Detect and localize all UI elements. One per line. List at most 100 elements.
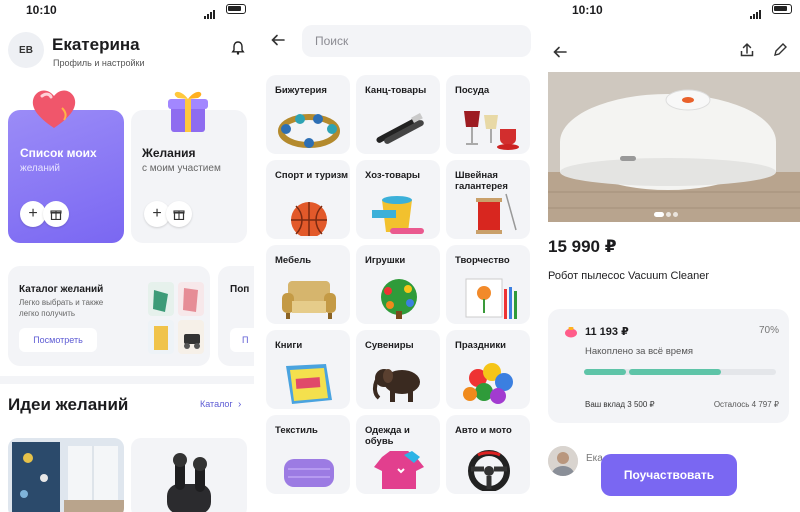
category-sewing[interactable]: Швейная галантерея [446,160,530,239]
avatar[interactable]: ЕВ [8,32,44,68]
product-screen: 10:10 15 990 ₽ Робот пылесос Vacuum Clea… [546,0,800,512]
basketball-icon [291,202,327,236]
collected-label: Накоплено за всё время [585,346,694,357]
book-icon [286,364,332,404]
wishlist-catalog-card[interactable]: Каталог желаний Легко выбрать и также ле… [8,266,210,366]
category-textile[interactable]: Текстиль [266,415,350,494]
collected-amount: 11 193 ₽ [585,326,629,338]
category-souvenirs[interactable]: Сувениры [356,330,440,409]
category-auto-moto[interactable]: Авто и мото [446,415,530,494]
catalog-card-title: Каталог желаний [19,284,104,295]
remaining-amount: Осталось 4 797 ₽ [713,400,779,409]
steering-wheel-icon [468,450,510,491]
elephant-icon [372,369,420,402]
bracelet-icon [278,114,340,148]
profile-settings-link[interactable]: Профиль и настройки [53,58,144,68]
gift-box-icon[interactable] [166,201,192,227]
category-label: Швейная галантерея [455,170,508,192]
wishes-subtitle: с моим участием [142,163,221,174]
idea-item-curtains[interactable] [8,438,124,512]
category-stationery[interactable]: Канц-товары [356,75,440,154]
edit-icon[interactable] [772,42,788,58]
product-photo[interactable] [548,72,800,222]
product-price: 15 990 ₽ [548,237,617,256]
category-clothing[interactable]: Одежда и обувь [356,415,440,494]
view-catalog-button[interactable]: Посмотреть [19,328,97,352]
bucket-icon [372,196,424,234]
category-label: Бижутерия [275,85,327,96]
balloons-icon [463,363,513,404]
fundraising-progress-bar [584,369,776,375]
towel-icon [284,459,334,487]
category-household[interactable]: Хоз-товары [356,160,440,239]
status-time: 10:10 [572,3,603,17]
battery-icon [772,4,792,14]
participate-button[interactable]: Поучаствовать [601,454,737,496]
fundraising-card: 11 193 ₽ 70% Накоплено за всё время Ваш … [548,309,789,423]
product-name: Робот пылесос Vacuum Cleaner [548,270,710,282]
category-label: Спорт и туризм [275,170,349,181]
chevron-right-icon[interactable]: › [238,399,241,410]
category-label: Одежда и обувь [365,425,410,447]
section-divider [0,376,254,384]
category-label: Текстиль [275,425,318,436]
category-dishes[interactable]: Посуда [446,75,530,154]
category-label: Игрушки [365,255,406,266]
idea-item-earbuds[interactable] [131,438,247,512]
catalog-thumbnails-icon [148,282,204,354]
category-jewelry[interactable]: Бижутерия [266,75,350,154]
progress-others-share [629,369,721,375]
status-time: 10:10 [26,3,57,17]
category-label: Книги [275,340,303,351]
wish-ideas-title: Идеи желаний [8,395,129,414]
person-photo-icon [548,446,578,476]
share-icon[interactable] [739,42,755,58]
category-furniture[interactable]: Мебель [266,245,350,324]
catalog-link[interactable]: Каталог [200,399,233,409]
user-name[interactable]: Екатерина [52,35,140,55]
my-wishlist-subtitle: желаний [20,163,61,174]
status-bar: 10:10 [546,0,800,20]
popular-card[interactable]: Поп П [218,266,254,366]
my-wishlist-title: Список моих [20,146,97,160]
catalog-card-subtitle: Легко выбрать и также легко получить [19,298,104,318]
catalog-screen: Поиск Бижутерия Канц-товары Посуда Спорт… [262,0,538,512]
status-bar: 10:10 [0,0,254,20]
wishes-title: Желания [142,146,196,160]
back-arrow-icon[interactable] [552,44,568,60]
category-label: Праздники [455,340,506,351]
back-arrow-icon[interactable] [270,32,286,48]
category-toys[interactable]: Игрушки [356,245,440,324]
signal-icon [204,5,218,19]
collected-percent: 70% [758,325,779,336]
piggy-bank-icon [565,327,577,338]
drawing-icon [465,278,517,319]
tshirt-icon [374,451,424,489]
bell-icon[interactable] [230,40,246,56]
category-books[interactable]: Книги [266,330,350,409]
earbuds-image-icon [167,453,211,512]
participant-avatar[interactable] [548,446,578,476]
photo-pager[interactable] [654,204,680,222]
category-label: Творчество [455,255,510,266]
category-label: Посуда [455,85,490,96]
gift-box-icon[interactable] [43,201,69,227]
category-creativity[interactable]: Творчество [446,245,530,324]
search-input[interactable]: Поиск [302,25,531,57]
my-contribution: Ваш вклад 3 500 ₽ [585,400,655,409]
gift-illustration-icon [168,91,208,132]
category-sports[interactable]: Спорт и туризм [266,160,350,239]
category-label: Авто и мото [455,425,512,436]
dishes-icon [464,111,519,150]
armchair-icon [282,281,336,319]
category-label: Канц-товары [365,85,427,96]
thread-spool-icon [476,193,517,234]
popular-card-title: Поп [230,284,250,295]
popular-card-button[interactable]: П [230,328,254,352]
battery-icon [226,4,246,14]
category-holidays[interactable]: Праздники [446,330,530,409]
pens-icon [376,113,424,144]
category-label: Хоз-товары [365,170,421,181]
category-label: Мебель [275,255,312,266]
heart-illustration-icon [32,90,76,128]
